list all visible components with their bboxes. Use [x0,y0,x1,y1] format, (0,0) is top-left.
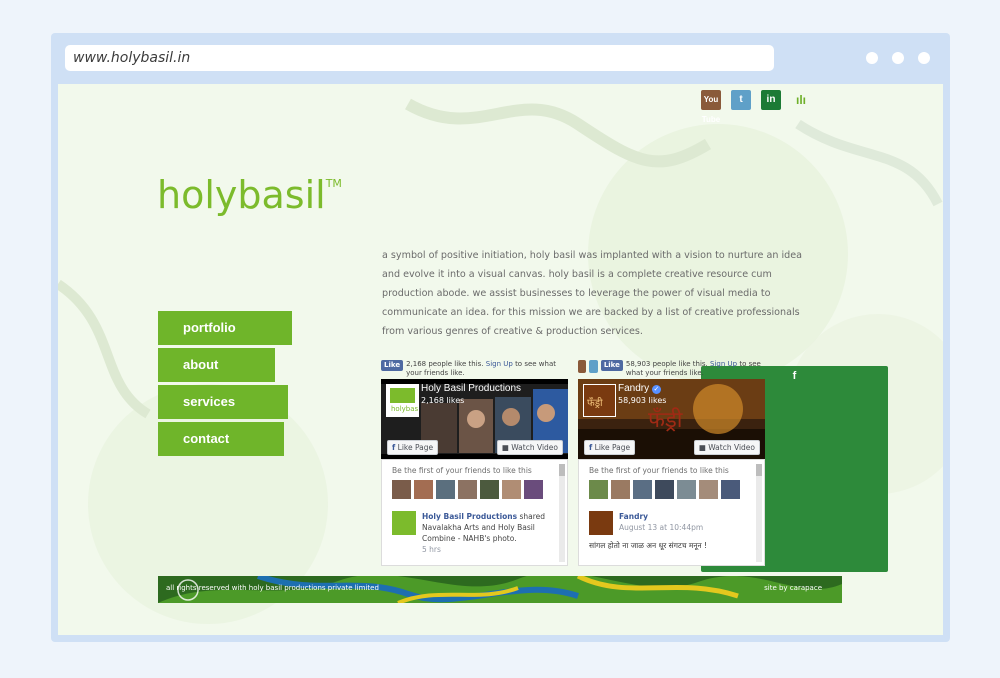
widget-feed: Be the first of your friends to like thi… [381,459,568,566]
page-viewport: f You Tube t in ılı holybasilTM portfoli… [58,84,943,635]
logo-text: holybasil [157,173,326,217]
menu-item-contact[interactable]: contact [158,422,284,456]
page-thumbnail[interactable]: holybasil [386,384,422,417]
watch-video-label: Watch Video [708,443,755,452]
browser-window: www.holybasil.in f You Tube t in ılı hol… [51,33,950,642]
post-time: August 13 at 10:44pm [619,523,704,532]
page-cover: फँड्री फँड्री Fandry ✓ 58,903 likes f Li… [578,379,765,459]
fan-avatar[interactable] [677,480,696,499]
post-avatar[interactable] [392,511,416,535]
like-count: 58,903 people like this. [625,360,708,368]
fan-avatar[interactable] [436,480,455,499]
feed-post: Fandry August 13 at 10:44pm [589,511,754,535]
fan-avatar[interactable] [502,480,521,499]
post-avatar[interactable] [589,511,613,535]
widget-top-bar: Like 2,168 people like this. Sign Up to … [381,360,568,379]
main-menu: portfolio about services contact [158,311,292,459]
window-dot[interactable] [866,52,878,64]
page-name-text: Fandry [618,383,650,394]
site-footer: all rights reserved with holy basil prod… [158,576,842,603]
svg-text:फँड्री: फँड्री [587,397,603,409]
feed-scrollbar[interactable] [559,464,565,562]
twitter-icon[interactable]: t [731,90,751,110]
page-likes: 58,903 likes [618,396,667,405]
facebook-icon: f [392,443,396,452]
social-links: f You Tube t in ılı [701,90,888,572]
fan-faces [392,480,557,499]
fan-avatar[interactable] [414,480,433,499]
like-page-label: Like Page [397,443,434,452]
like-count-text: 58,903 people like this. Sign Up to see … [626,360,765,378]
signup-link[interactable]: Sign Up [710,360,737,368]
page-thumbnail[interactable]: फँड्री [583,384,616,417]
youtube-icon[interactable] [578,360,587,373]
svg-text:फँड्री: फँड्री [648,407,683,433]
intro-text: a symbol of positive initiation, holy ba… [382,250,802,337]
fan-avatar[interactable] [655,480,674,499]
like-count: 2,168 people like this. [406,360,484,368]
signup-link[interactable]: Sign Up [486,360,513,368]
like-page-button[interactable]: f Like Page [387,440,439,455]
post-text: सांगल होतो ना जाळ अन धूर संगटच मनून ! [589,541,708,550]
facebook-icon: f [589,443,593,452]
post-author[interactable]: Holy Basil Productions [422,512,517,521]
menu-item-about[interactable]: about [158,348,275,382]
widget-top-bar: Like 58,903 people like this. Sign Up to… [578,360,765,379]
facebook-widget-fandry: Like 58,903 people like this. Sign Up to… [578,360,765,566]
widget-feed: Be the first of your friends to like thi… [578,459,765,566]
page-cover: holybasil Holy Basil Productions 2,168 l… [381,379,568,459]
equalizer-icon[interactable]: ılı [791,90,811,110]
copyright-text: all rights reserved with holy basil prod… [166,584,379,592]
feed-post: Holy Basil Productions shared Navalakha … [392,511,557,555]
fan-faces [589,480,754,499]
fan-avatar[interactable] [633,480,652,499]
site-logo[interactable]: holybasilTM [157,173,342,217]
fan-avatar[interactable] [392,480,411,499]
fan-avatar[interactable] [589,480,608,499]
facebook-widget-holybasil: Like 2,168 people like this. Sign Up to … [381,360,568,566]
like-page-button[interactable]: f Like Page [584,440,636,455]
like-button[interactable]: Like [381,360,404,371]
fan-avatar[interactable] [699,480,718,499]
like-page-label: Like Page [594,443,631,452]
fan-avatar[interactable] [458,480,477,499]
fan-avatar[interactable] [524,480,543,499]
page-name[interactable]: Fandry ✓ [618,383,661,394]
feed-scrollbar[interactable] [756,464,762,562]
like-button[interactable]: Like [600,360,623,371]
post-author[interactable]: Fandry [619,511,703,522]
watch-video-button[interactable]: ■ Watch Video [496,440,563,455]
window-controls [866,52,930,64]
fan-avatar[interactable] [611,480,630,499]
watch-video-label: Watch Video [511,443,558,452]
twitter-icon[interactable] [589,360,598,373]
page-likes: 2,168 likes [421,396,465,405]
scrollbar-thumb[interactable] [559,464,565,476]
verified-icon: ✓ [651,385,661,394]
video-icon: ■ [501,443,509,452]
svg-text:holybasil: holybasil [391,405,418,413]
friends-prompt: Be the first of your friends to like thi… [589,466,729,475]
friends-prompt: Be the first of your friends to like thi… [392,466,532,475]
site-credit-link[interactable]: site by carapace [764,584,822,592]
page-name[interactable]: Holy Basil Productions [421,383,521,394]
fan-avatar[interactable] [721,480,740,499]
youtube-icon[interactable]: You Tube [701,90,721,124]
url-bar[interactable]: www.holybasil.in [65,45,774,71]
video-icon: ■ [698,443,706,452]
window-dot[interactable] [892,52,904,64]
fan-avatar[interactable] [480,480,499,499]
menu-item-portfolio[interactable]: portfolio [158,311,292,345]
menu-item-services[interactable]: services [158,385,288,419]
scrollbar-thumb[interactable] [756,464,762,476]
like-count-text: 2,168 people like this. Sign Up to see w… [406,360,568,378]
watch-video-button[interactable]: ■ Watch Video [693,440,760,455]
linkedin-icon[interactable]: in [761,90,781,110]
logo-trademark: TM [325,177,342,190]
window-dot[interactable] [918,52,930,64]
post-time: 5 hrs [422,545,441,554]
